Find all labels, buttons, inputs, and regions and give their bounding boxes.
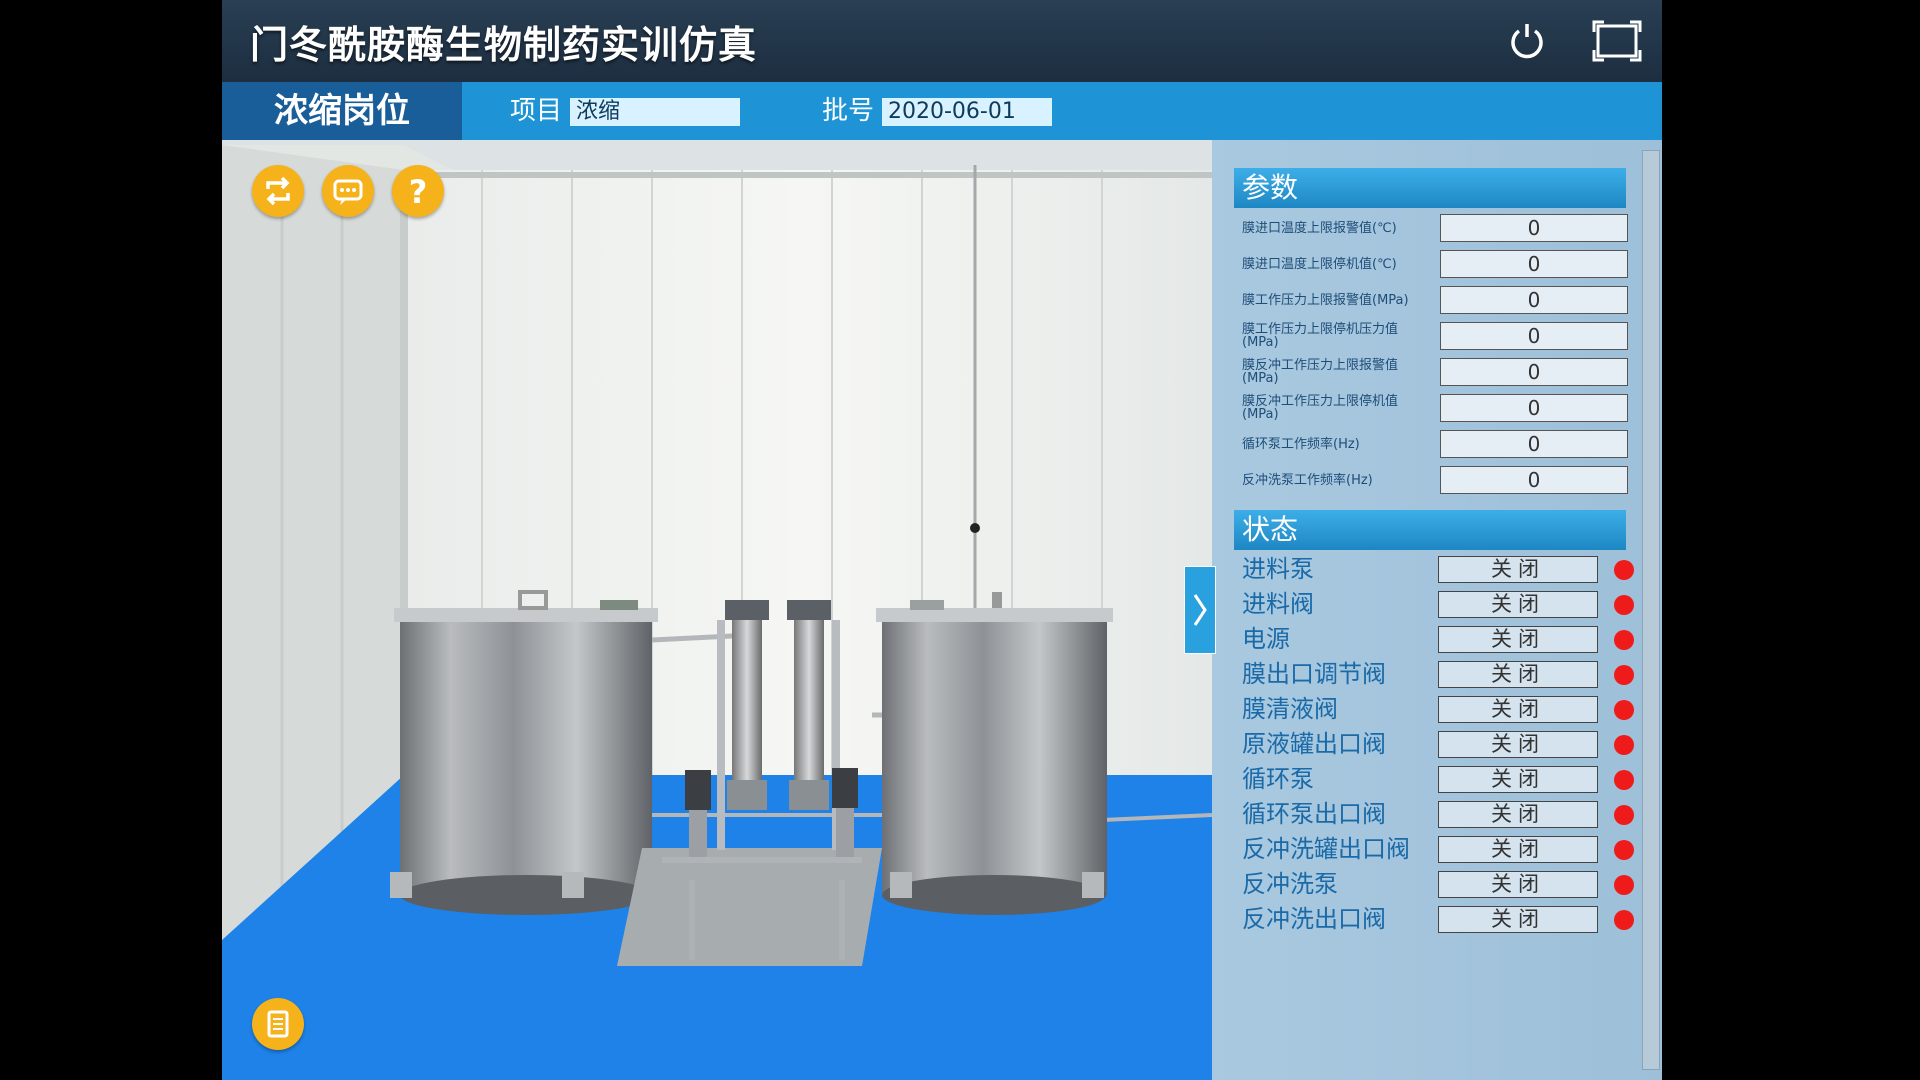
param-label: 膜进口温度上限报警值(℃) <box>1242 220 1397 236</box>
param-row: 膜反冲工作压力上限报警值(MPa) 0 <box>1234 354 1634 390</box>
status-row: 反冲洗出口阀 关闭 <box>1234 902 1634 937</box>
info-bar: 浓缩岗位 项目 浓缩 批号 2020-06-01 <box>222 82 1662 140</box>
swap-icon[interactable] <box>252 165 304 217</box>
status-indicator <box>1614 805 1634 825</box>
param-input[interactable]: 0 <box>1440 430 1628 458</box>
status-value[interactable]: 关闭 <box>1438 906 1598 933</box>
status-value[interactable]: 关闭 <box>1438 591 1598 618</box>
status-value[interactable]: 关闭 <box>1438 836 1598 863</box>
project-field[interactable]: 浓缩 <box>570 98 740 126</box>
status-row: 膜出口调节阀 关闭 <box>1234 657 1634 692</box>
document-icon[interactable] <box>252 998 304 1050</box>
status-label: 进料阀 <box>1242 590 1314 618</box>
param-label: 循环泵工作频率(Hz) <box>1242 436 1360 452</box>
chat-icon[interactable] <box>322 165 374 217</box>
chevron-right-icon[interactable] <box>1184 566 1216 654</box>
status-header: 状态 <box>1234 510 1626 550</box>
equipment-scene <box>222 140 1212 1080</box>
status-indicator <box>1614 595 1634 615</box>
status-indicator <box>1614 770 1634 790</box>
status-value[interactable]: 关闭 <box>1438 801 1598 828</box>
status-row: 循环泵出口阀 关闭 <box>1234 797 1634 832</box>
status-indicator <box>1614 840 1634 860</box>
status-row: 进料泵 关闭 <box>1234 552 1634 587</box>
status-row: 进料阀 关闭 <box>1234 587 1634 622</box>
title-bar: 门冬酰胺酶生物制药实训仿真 <box>222 0 1662 82</box>
param-label: 膜进口温度上限停机值(℃) <box>1242 256 1397 272</box>
param-input[interactable]: 0 <box>1440 358 1628 386</box>
status-label: 反冲洗罐出口阀 <box>1242 835 1410 863</box>
param-row: 膜工作压力上限报警值(MPa) 0 <box>1234 282 1634 318</box>
param-row: 膜进口温度上限停机值(℃) 0 <box>1234 246 1634 282</box>
param-label: 膜反冲工作压力上限报警值(MPa) <box>1242 358 1399 386</box>
app-title: 门冬酰胺酶生物制药实训仿真 <box>250 23 758 67</box>
status-label: 电源 <box>1242 625 1290 653</box>
status-indicator <box>1614 735 1634 755</box>
status-row: 循环泵 关闭 <box>1234 762 1634 797</box>
fullscreen-icon[interactable] <box>1592 20 1642 62</box>
status-label: 膜出口调节阀 <box>1242 660 1386 688</box>
batch-label: 批号 <box>822 96 875 126</box>
help-icon[interactable]: ? <box>392 165 444 217</box>
status-label: 循环泵出口阀 <box>1242 800 1386 828</box>
param-input[interactable]: 0 <box>1440 466 1628 494</box>
status-indicator <box>1614 875 1634 895</box>
params-header: 参数 <box>1234 168 1626 208</box>
status-row: 原液罐出口阀 关闭 <box>1234 727 1634 762</box>
param-input[interactable]: 0 <box>1440 250 1628 278</box>
right-panel: 参数 膜进口温度上限报警值(℃) 0 膜进口温度上限停机值(℃) 0 膜工作压力… <box>1212 140 1662 1080</box>
status-row: 电源 关闭 <box>1234 622 1634 657</box>
param-row: 膜进口温度上限报警值(℃) 0 <box>1234 210 1634 246</box>
param-input[interactable]: 0 <box>1440 394 1628 422</box>
param-input[interactable]: 0 <box>1440 214 1628 242</box>
param-label: 反冲洗泵工作频率(Hz) <box>1242 472 1373 488</box>
status-indicator <box>1614 700 1634 720</box>
param-input[interactable]: 0 <box>1440 286 1628 314</box>
param-label: 膜工作压力上限停机压力值(MPa) <box>1242 322 1399 350</box>
status-indicator <box>1614 630 1634 650</box>
status-row: 膜清液阀 关闭 <box>1234 692 1634 727</box>
param-label: 膜工作压力上限报警值(MPa) <box>1242 292 1409 308</box>
status-value[interactable]: 关闭 <box>1438 626 1598 653</box>
panel-scrollbar[interactable] <box>1642 150 1660 1070</box>
param-row: 循环泵工作频率(Hz) 0 <box>1234 426 1634 462</box>
status-label: 反冲洗泵 <box>1242 870 1338 898</box>
status-row: 反冲洗罐出口阀 关闭 <box>1234 832 1634 867</box>
status-row: 反冲洗泵 关闭 <box>1234 867 1634 902</box>
status-label: 原液罐出口阀 <box>1242 730 1386 758</box>
status-value[interactable]: 关闭 <box>1438 556 1598 583</box>
status-label: 进料泵 <box>1242 555 1314 583</box>
status-value[interactable]: 关闭 <box>1438 696 1598 723</box>
param-label: 膜反冲工作压力上限停机值(MPa) <box>1242 394 1399 422</box>
status-label: 膜清液阀 <box>1242 695 1338 723</box>
status-value[interactable]: 关闭 <box>1438 766 1598 793</box>
param-row: 反冲洗泵工作频率(Hz) 0 <box>1234 462 1634 498</box>
param-row: 膜反冲工作压力上限停机值(MPa) 0 <box>1234 390 1634 426</box>
param-input[interactable]: 0 <box>1440 322 1628 350</box>
status-indicator <box>1614 665 1634 685</box>
app-window: 门冬酰胺酶生物制药实训仿真 浓缩岗位 项目 浓缩 批号 2020-06-01 ?… <box>222 0 1662 1080</box>
status-value[interactable]: 关闭 <box>1438 731 1598 758</box>
svg-text:?: ? <box>409 173 428 211</box>
station-tab[interactable]: 浓缩岗位 <box>222 82 462 140</box>
param-row: 膜工作压力上限停机压力值(MPa) 0 <box>1234 318 1634 354</box>
status-label: 循环泵 <box>1242 765 1314 793</box>
status-value[interactable]: 关闭 <box>1438 661 1598 688</box>
batch-field[interactable]: 2020-06-01 <box>882 98 1052 126</box>
status-indicator <box>1614 560 1634 580</box>
project-label: 项目 <box>510 96 563 126</box>
status-value[interactable]: 关闭 <box>1438 871 1598 898</box>
status-label: 反冲洗出口阀 <box>1242 905 1386 933</box>
3d-scene-viewport[interactable]: ? <box>222 140 1212 1080</box>
status-indicator <box>1614 910 1634 930</box>
power-icon[interactable] <box>1506 20 1548 62</box>
